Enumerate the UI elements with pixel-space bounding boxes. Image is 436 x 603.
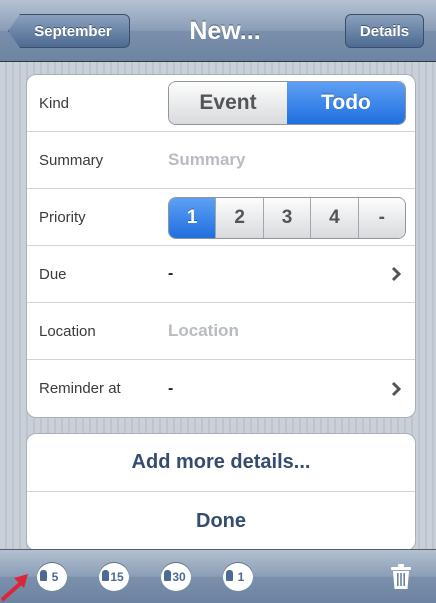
details-button[interactable]: Details (345, 14, 424, 48)
reminder-15-button[interactable]: 15 (98, 562, 130, 592)
reminder-30-label: 30 (172, 570, 186, 584)
location-label: Location (39, 322, 96, 340)
reminder-1-day-button[interactable]: 1 (222, 562, 254, 592)
priority-row: Priority 1 2 3 4 - (27, 189, 415, 246)
todo-form-group: Kind Event Todo Summary Summary Priority… (26, 74, 416, 418)
location-input[interactable]: Location (168, 303, 239, 359)
reminder-label: Reminder at (39, 380, 121, 397)
kind-segmented-control[interactable]: Event Todo (168, 81, 406, 125)
page-title: New... (189, 16, 261, 45)
pointer-arrow-icon (0, 574, 28, 602)
reminder-1-label: 1 (237, 570, 245, 584)
due-row[interactable]: Due - (27, 246, 415, 303)
priority-option-4[interactable]: 4 (310, 198, 358, 238)
bell-icon: 30 (161, 563, 191, 591)
priority-option-2[interactable]: 2 (215, 198, 263, 238)
location-row[interactable]: Location Location (27, 303, 415, 360)
summary-row[interactable]: Summary Summary (27, 132, 415, 189)
actions-group: Add more details... Done (26, 433, 416, 551)
summary-input[interactable]: Summary (168, 132, 245, 188)
reminder-15-label: 15 (110, 570, 124, 584)
priority-label: Priority (39, 208, 86, 226)
trash-icon[interactable] (389, 563, 413, 591)
due-value: - (168, 265, 174, 282)
due-label: Due (39, 265, 67, 283)
kind-option-todo[interactable]: Todo (287, 82, 405, 124)
kind-option-event[interactable]: Event (169, 82, 287, 124)
chevron-right-icon (391, 246, 401, 302)
bell-calendar-icon: 1 (223, 563, 253, 591)
add-more-details-button[interactable]: Add more details... (27, 434, 415, 492)
reminder-5-button[interactable]: 5 (36, 562, 68, 592)
back-button[interactable]: September (8, 14, 130, 48)
reminder-row[interactable]: Reminder at - (27, 360, 415, 417)
navigation-bar: September New... Details (0, 0, 436, 62)
priority-option-none[interactable]: - (357, 198, 405, 238)
summary-label: Summary (39, 151, 104, 169)
details-button-label: Details (359, 22, 410, 40)
reminder-30-button[interactable]: 30 (160, 562, 192, 592)
reminder-5-label: 5 (51, 570, 59, 584)
kind-row: Kind Event Todo (27, 75, 415, 132)
chevron-right-icon (391, 360, 401, 417)
back-button-label: September (34, 22, 112, 40)
kind-label: Kind (39, 94, 70, 112)
bell-icon: 5 (37, 563, 67, 591)
reminder-value: - (168, 379, 174, 397)
priority-option-3[interactable]: 3 (262, 198, 311, 238)
done-button[interactable]: Done (27, 492, 415, 550)
bottom-toolbar: 5 15 30 1 (0, 549, 436, 603)
bell-icon: 15 (99, 563, 129, 591)
priority-segmented-control[interactable]: 1 2 3 4 - (168, 197, 406, 239)
priority-option-1[interactable]: 1 (169, 198, 216, 238)
